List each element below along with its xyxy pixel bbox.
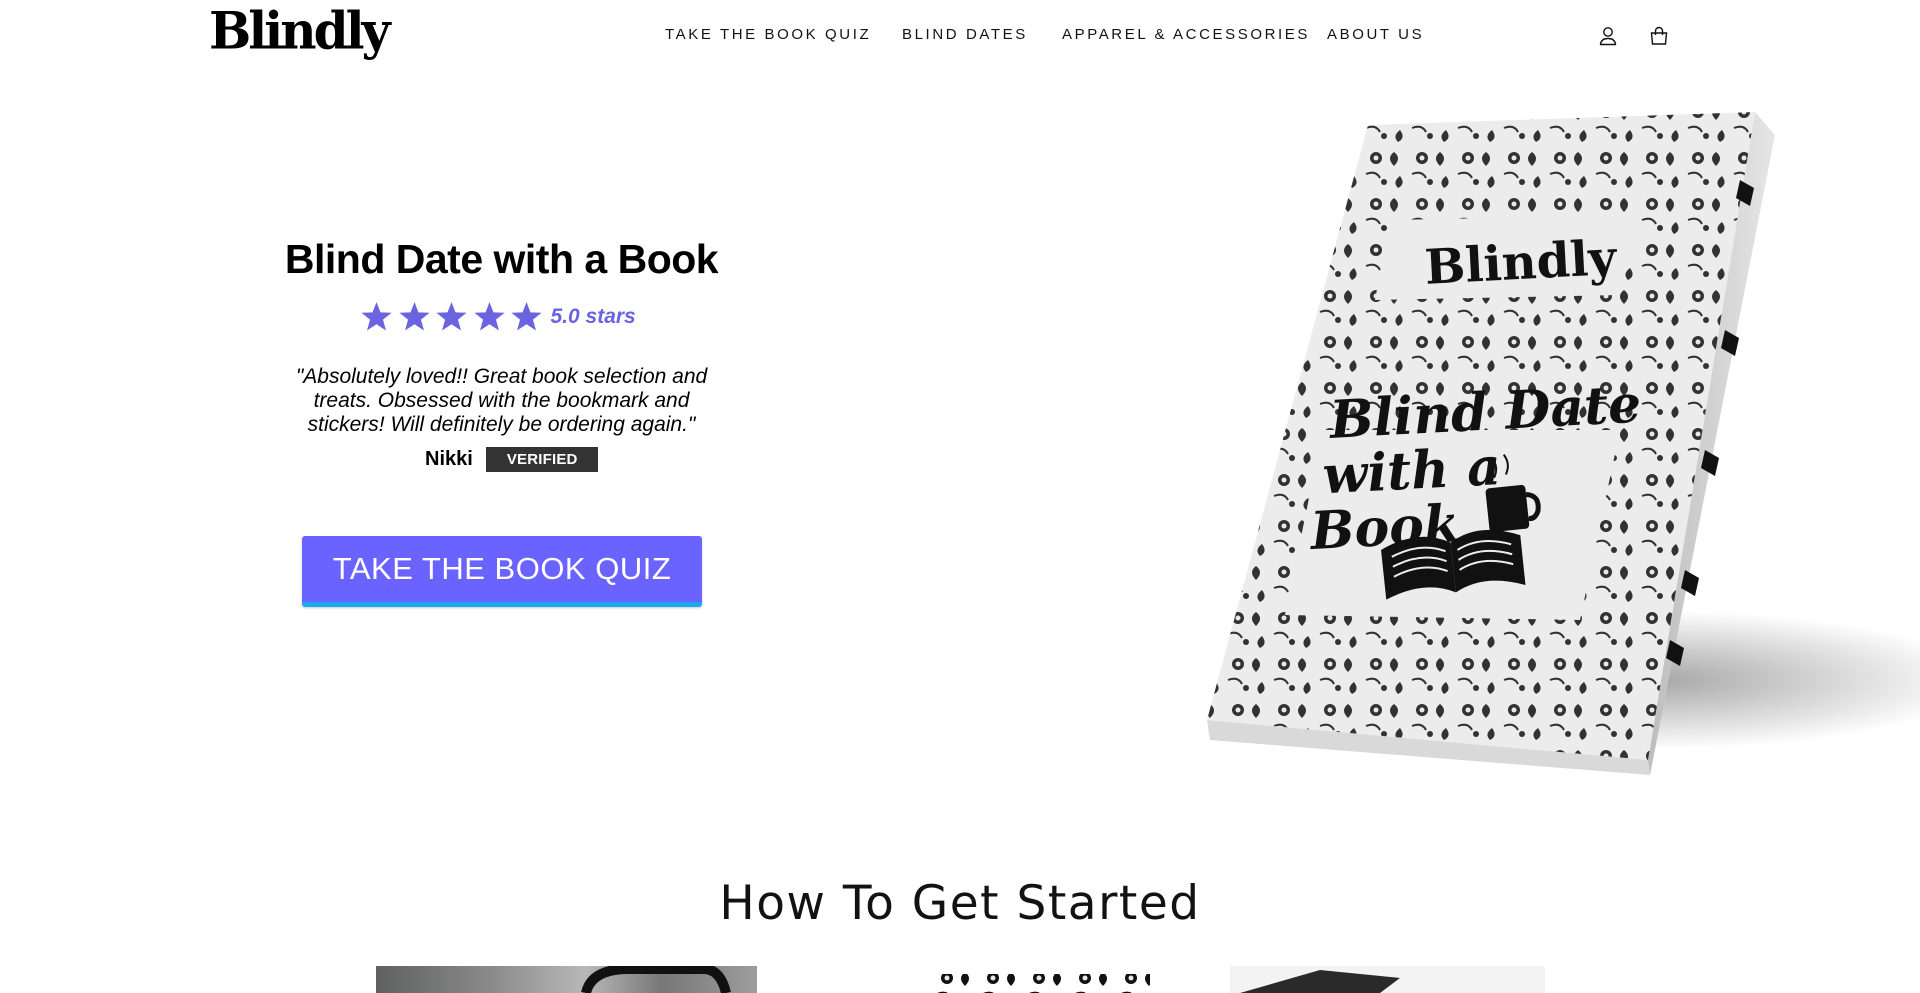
reviewer-name: Nikki [425,448,473,470]
step-image-1 [376,966,757,993]
cart-icon[interactable] [1647,24,1671,48]
hero-title: Blind Date with a Book [284,236,719,282]
star-icon [398,302,430,331]
take-quiz-button[interactable]: TAKE THE BOOK QUIZ [302,536,702,607]
rating-row: 5.0 stars [360,300,636,333]
star-icon [436,302,467,331]
section-title: How To Get Started [719,876,1201,931]
rating-text: 5.0 stars [550,304,636,328]
account-icon[interactable] [1596,24,1620,48]
book-brand-text: Blindly [1423,230,1619,296]
verified-badge: VERIFIED [485,447,598,472]
nav-item-about-us[interactable]: ABOUT US [1327,26,1424,43]
site-header: Blindly TAKE THE BOOK QUIZ BLIND DATES A… [0,0,1920,72]
book-box-image: Blindly Blind Date with a Book [1180,100,1920,800]
star-icon [473,302,505,331]
reviewer-row: Nikki VERIFIED [425,447,598,472]
review-quote: "Absolutely loved!! Great book selection… [295,365,708,436]
star-icon [361,302,392,331]
logo[interactable]: Blindly [209,5,391,57]
step-image-2 [935,966,1150,993]
star-icon [511,302,542,331]
nav-item-blind-dates[interactable]: BLIND DATES [902,26,1028,43]
nav-item-apparel[interactable]: APPAREL & ACCESSORIES [1062,26,1310,43]
nav-item-book-quiz[interactable]: TAKE THE BOOK QUIZ [665,26,871,43]
step-image-3 [1230,966,1545,993]
